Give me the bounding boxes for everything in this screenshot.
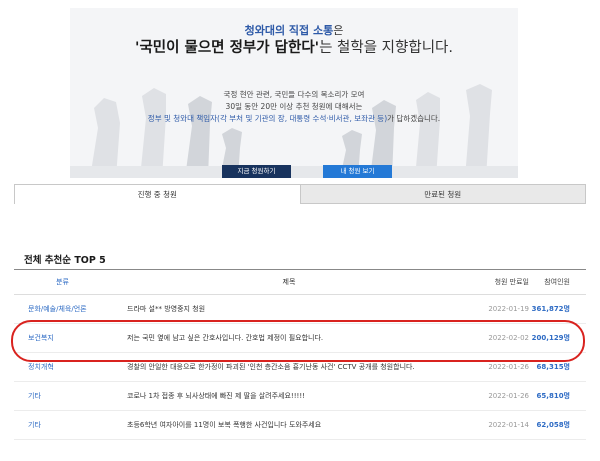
row-date: 2022-01-19 — [488, 305, 529, 313]
row-title-link[interactable]: 초등6학년 여자아이를 11명이 보복 폭행한 사건입니다 도와주세요 — [111, 420, 467, 430]
row-date: 2022-01-14 — [488, 421, 529, 429]
row-category-link[interactable]: 정치개혁 — [14, 362, 111, 372]
table-header: 분류 제목 청원 만료일 참여인원 — [14, 269, 586, 295]
row-title-link[interactable]: 저는 국민 옆에 남고 싶은 간호사입니다. 간호법 제정이 필요합니다. — [111, 333, 467, 343]
row-category-link[interactable]: 기타 — [14, 391, 111, 401]
table-row: 기타 초등6학년 여자아이를 11명이 보복 폭행한 사건입니다 도와주세요 2… — [14, 411, 586, 440]
row-title-link[interactable]: 경찰의 안일한 대응으로 한가정이 파괴된 '인천 층간소음 흉기난동 사건' … — [111, 362, 467, 372]
row-count: 200,129명 — [531, 334, 570, 342]
row-count: 68,315명 — [536, 363, 570, 371]
hero-quote: '국민이 물으면 정부가 답한다' — [135, 40, 320, 56]
header-count: 참여인원 — [544, 278, 570, 286]
my-petitions-button[interactable]: 내 청원 보기 — [323, 165, 392, 178]
hero-desc-3-plain: 가 답하겠습니다. — [387, 114, 441, 123]
table-row: 정치개혁 경찰의 안일한 대응으로 한가정이 파괴된 '인천 층간소음 흉기난동… — [14, 353, 586, 382]
row-category-link[interactable]: 기타 — [14, 420, 111, 430]
section-title: 전체 추천순 TOP 5 — [24, 255, 106, 266]
row-count: 361,872명 — [531, 305, 570, 313]
hero-description: 국정 현안 관련, 국민들 다수의 목소리가 모여 30일 동안 20만 이상 … — [70, 89, 518, 125]
hero-desc-2: 30일 동안 20만 이상 추천 청원에 대해서는 — [225, 102, 363, 111]
petition-table: 분류 제목 청원 만료일 참여인원 문화/예술/체육/언론 드라마 설** 방영… — [14, 269, 586, 440]
row-category-link[interactable]: 문화/예술/체육/언론 — [14, 304, 111, 314]
hero-desc-3-blue: 정부 및 청와대 책임자(각 부처 및 기관의 장, 대통령 수석·비서관, 보… — [147, 114, 388, 123]
header-date: 청원 만료일 — [494, 278, 529, 286]
tab-expired[interactable]: 만료된 청원 — [300, 184, 586, 204]
header-title: 제목 — [282, 278, 296, 286]
write-petition-button[interactable]: 지금 청원하기 — [222, 165, 291, 178]
row-title-link[interactable]: 코로나 1차 접종 후 뇌사상태에 빠진 제 딸을 살려주세요!!!!! — [111, 391, 467, 401]
table-row: 문화/예술/체육/언론 드라마 설** 방영중지 청원 2022-01-19 3… — [14, 295, 586, 324]
table-row: 기타 코로나 1차 접종 후 뇌사상태에 빠진 제 딸을 살려주세요!!!!! … — [14, 382, 586, 411]
hero-desc-3: 정부 및 청와대 책임자(각 부처 및 기관의 장, 대통령 수석·비서관, 보… — [70, 113, 518, 125]
table-row: 보건복지 저는 국민 옆에 남고 싶은 간호사입니다. 간호법 제정이 필요합니… — [14, 324, 586, 353]
hero-banner: 청와대의 직접 소통은 '국민이 물으면 정부가 답한다'는 철학을 지향합니다… — [70, 8, 518, 178]
petition-tabs: 진행 중 청원 만료된 청원 — [14, 184, 586, 204]
row-count: 65,810명 — [536, 392, 570, 400]
hero-desc-1: 국정 현안 관련, 국민들 다수의 목소리가 모여 — [223, 90, 365, 99]
row-date: 2022-01-26 — [488, 392, 529, 400]
row-title-link[interactable]: 드라마 설** 방영중지 청원 — [111, 304, 467, 314]
hero-line2-rest: 는 철학을 지향합니다. — [319, 40, 453, 56]
row-date: 2022-02-02 — [488, 334, 529, 342]
hero-line2: '국민이 물으면 정부가 답한다'는 철학을 지향합니다. — [70, 36, 518, 57]
row-date: 2022-01-26 — [488, 363, 529, 371]
row-category-link[interactable]: 보건복지 — [14, 333, 111, 343]
row-count: 62,058명 — [536, 421, 570, 429]
header-category: 분류 — [56, 278, 69, 286]
tab-ongoing[interactable]: 진행 중 청원 — [14, 184, 301, 204]
